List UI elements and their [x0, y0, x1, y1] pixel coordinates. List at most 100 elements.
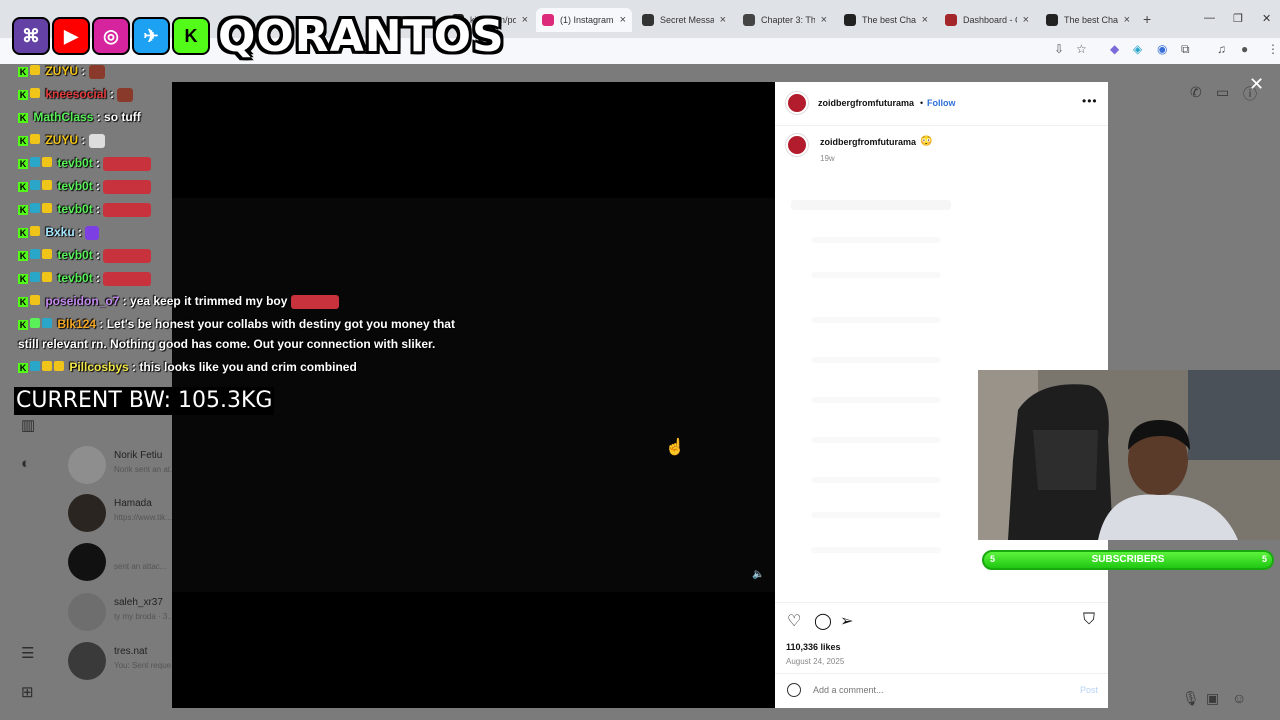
extension-icon[interactable]: ◆ — [1110, 42, 1119, 56]
chat-username: MathClass — [33, 110, 94, 124]
like-heart-icon[interactable]: ♡ — [787, 611, 801, 631]
comment-placeholder — [811, 237, 941, 243]
extension-icon[interactable]: ◈ — [1133, 42, 1142, 56]
tab-close-icon[interactable]: × — [720, 14, 726, 26]
tab-dashboard[interactable]: Dashboard - C × — [939, 8, 1035, 32]
chat-message: K Bxku : — [18, 225, 100, 240]
webcam-image — [978, 370, 1280, 540]
new-tab-button[interactable]: + — [1143, 11, 1151, 27]
chat-message: K ZUYU : — [18, 133, 105, 148]
comment-bubble-icon[interactable]: ◯ — [814, 611, 832, 631]
chat-message: K Blk124 : Let's be honest your collabs … — [18, 317, 455, 331]
also-from-meta-icon[interactable]: ⊞ — [21, 683, 34, 701]
youtube-logo-icon: ▶ — [52, 17, 90, 55]
tab-close-icon[interactable]: × — [1124, 14, 1130, 26]
browser-menu-icon[interactable]: ⋮ — [1267, 42, 1279, 56]
chat-message: K Pillcosbys : this looks like you and c… — [18, 360, 357, 374]
tab-label: Dashboard - C — [963, 15, 1017, 25]
comment-placeholder — [811, 397, 941, 403]
chat-username: ZUYU — [45, 133, 79, 147]
post-header: zoidbergfromfuturama • Follow ••• — [775, 82, 1108, 126]
post-date: August 24, 2025 — [786, 657, 845, 666]
avatar — [68, 446, 106, 484]
twitch-logo-icon: ⌘ — [12, 17, 50, 55]
extensions-puzzle-icon[interactable]: ⧉ — [1181, 42, 1190, 57]
mute-icon[interactable]: 🔈 — [752, 569, 764, 580]
tab-chat-1[interactable]: The best Chat × — [838, 8, 934, 32]
tab-close-icon[interactable]: × — [1023, 14, 1029, 26]
chat-text: still relevant rn. Nothing good has come… — [18, 337, 436, 351]
comment-placeholder — [811, 477, 941, 483]
profile-avatar-icon[interactable]: ● — [1241, 42, 1248, 56]
chat-text: so tuff — [104, 110, 141, 124]
save-bookmark-icon[interactable]: ⛉ — [1083, 611, 1095, 629]
bookmark-star-icon[interactable]: ☆ — [1076, 42, 1087, 56]
tab-close-icon[interactable]: × — [620, 14, 626, 26]
minimize-button[interactable]: — — [1204, 12, 1215, 24]
sticker-icon[interactable]: ☺ — [1232, 690, 1246, 706]
comment-placeholder — [811, 272, 941, 278]
menu-icon[interactable]: ☰ — [21, 644, 34, 662]
post-comment-button[interactable]: Post — [1080, 685, 1098, 695]
stream-logo-bar: ⌘ ▶ ◎ ✈ K QORANTOS — [12, 10, 505, 62]
tab-chapter-3[interactable]: Chapter 3: The × — [737, 8, 833, 32]
comment-input[interactable] — [813, 685, 1043, 695]
mouse-cursor-icon: ☝ — [665, 439, 685, 456]
tab-close-icon[interactable]: × — [522, 14, 528, 26]
caption-text: 😳 — [920, 136, 933, 147]
close-modal-icon[interactable]: ✕ — [1249, 74, 1264, 95]
share-icon[interactable]: ➢ — [840, 611, 853, 631]
caption-avatar[interactable] — [786, 134, 808, 156]
chat-username: ZUYU — [45, 64, 79, 78]
chat-username: tevb0t — [57, 271, 93, 285]
kick-logo-icon: K — [172, 17, 210, 55]
post-timestamp[interactable]: 19w — [820, 154, 835, 163]
tab-chat-2[interactable]: The best Chat × — [1040, 8, 1136, 32]
tab-label: The best Chat — [1064, 15, 1118, 25]
follow-button[interactable]: Follow — [927, 98, 956, 108]
dm-name: Norik Fetiu — [114, 450, 163, 461]
chat-text: this looks like you and crim combined — [139, 360, 357, 374]
like-count[interactable]: 110,336 likes — [786, 642, 841, 652]
video-call-icon[interactable]: ▭ — [1216, 84, 1229, 101]
install-app-icon[interactable]: ⇩ — [1054, 42, 1064, 56]
close-window-button[interactable]: ✕ — [1262, 12, 1271, 25]
chat-message: K tevb0t : — [18, 179, 152, 194]
subscriber-goal-bar: 5 SUBSCRIBERS 5 — [982, 550, 1274, 570]
media-controls-icon[interactable]: ♫ — [1217, 42, 1226, 56]
threads-icon[interactable]: ◐ — [21, 455, 30, 472]
chat-message: K poseidon_o7 : yea keep it trimmed my b… — [18, 294, 339, 309]
message-favicon-icon — [642, 14, 654, 26]
insights-icon[interactable]: ▥ — [21, 416, 35, 434]
microphone-icon[interactable]: 🎙 — [1182, 690, 1200, 707]
instagram-logo-icon: ◎ — [92, 17, 130, 55]
tab-secret-message[interactable]: Secret Messag × — [636, 8, 732, 32]
subs-label: SUBSCRIBERS — [1091, 554, 1165, 565]
emoji-picker-icon[interactable] — [787, 683, 801, 697]
audio-extension-icon[interactable]: ◉ — [1157, 42, 1167, 56]
phone-call-icon[interactable]: ✆ — [1190, 84, 1202, 101]
book-favicon-icon — [743, 14, 755, 26]
dm-preview: You: Sent reque... — [114, 661, 178, 670]
tab-close-icon[interactable]: × — [821, 14, 827, 26]
avatar — [68, 494, 106, 532]
image-icon[interactable]: ▣ — [1206, 690, 1219, 707]
more-options-icon[interactable]: ••• — [1082, 94, 1098, 108]
post-actions: ♡ ◯ ➢ ⛉ 110,336 likes August 24, 2025 — [775, 602, 1108, 666]
chat-text: Let's be honest your collabs with destin… — [106, 317, 455, 331]
chat-username: Bxku — [45, 225, 75, 239]
dm-name: tres.nat — [114, 646, 148, 657]
author-avatar[interactable] — [786, 92, 808, 114]
comment-placeholder — [811, 512, 941, 518]
dm-preview: Norik sent an at... — [114, 465, 177, 474]
chat-message: K tevb0t : — [18, 156, 152, 171]
chat-message-continued: still relevant rn. Nothing good has come… — [18, 337, 435, 351]
author-username[interactable]: zoidbergfromfuturama — [818, 98, 914, 108]
subs-goal: 5 — [1262, 554, 1268, 564]
tab-instagram[interactable]: (1) Instagram - × — [536, 8, 632, 32]
maximize-button[interactable]: ❐ — [1233, 12, 1243, 25]
dashboard-favicon-icon — [945, 14, 957, 26]
tab-close-icon[interactable]: × — [922, 14, 928, 26]
chat-message: K tevb0t : — [18, 271, 152, 286]
caption-username[interactable]: zoidbergfromfuturama — [820, 137, 916, 147]
